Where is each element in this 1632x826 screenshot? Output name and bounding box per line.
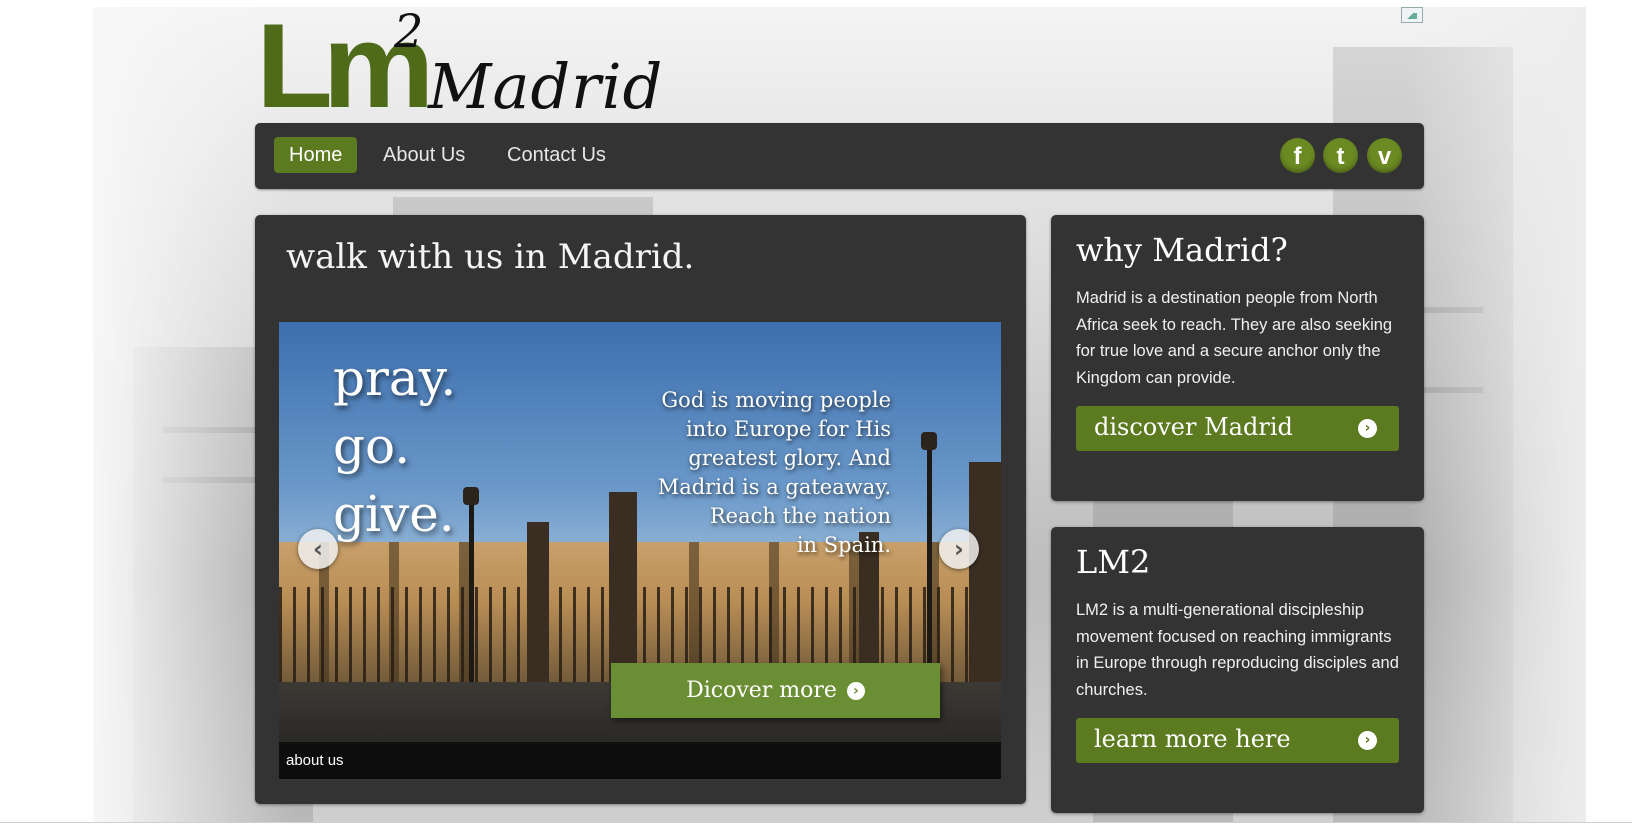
why-madrid-title: why Madrid?	[1076, 231, 1288, 269]
nav-home[interactable]: Home	[274, 137, 358, 173]
discover-madrid-button[interactable]: discover Madrid ›	[1076, 406, 1399, 451]
main-title: walk with us in Madrid.	[286, 237, 695, 277]
why-madrid-panel: why Madrid? Madrid is a destination peop…	[1051, 215, 1424, 501]
vimeo-icon[interactable]: v	[1367, 138, 1402, 173]
slide-caption-bar: about us	[279, 742, 1001, 779]
logo-city: Madrid	[428, 50, 664, 123]
slider-next-arrow-icon[interactable]: ›	[939, 529, 979, 569]
chevron-right-circle-icon: ›	[1358, 419, 1377, 438]
discover-madrid-label: discover Madrid	[1094, 413, 1293, 441]
logo-superscript: 2	[394, 4, 424, 58]
broken-image-icon	[1401, 7, 1423, 23]
main-navigation: Home About Us Contact Us f t v	[255, 123, 1424, 189]
slide-message: God is moving people into Europe for His…	[657, 388, 891, 557]
nav-about-us[interactable]: About Us	[383, 137, 465, 173]
image-slider[interactable]: pray. go. give. God is moving people int…	[279, 322, 1001, 779]
lm2-title: LM2	[1076, 543, 1151, 581]
slide-headline: pray. go. give.	[333, 349, 457, 543]
discover-more-button[interactable]: Dicover more ›	[611, 663, 940, 718]
lm2-panel: LM2 LM2 is a multi-generational disciple…	[1051, 527, 1424, 813]
twitter-icon[interactable]: t	[1323, 138, 1358, 173]
learn-more-label: learn more here	[1094, 725, 1291, 753]
facebook-icon[interactable]: f	[1280, 138, 1315, 173]
chevron-right-circle-icon: ›	[1358, 731, 1377, 750]
lm2-text: LM2 is a multi-generational discipleship…	[1076, 601, 1399, 699]
learn-more-button[interactable]: learn more here ›	[1076, 718, 1399, 763]
chevron-right-circle-icon: ›	[846, 682, 865, 700]
slider-prev-arrow-icon[interactable]: ‹	[298, 529, 338, 569]
why-madrid-text: Madrid is a destination people from Nort…	[1076, 289, 1393, 387]
bottom-divider	[0, 822, 1632, 823]
slide-caption[interactable]: about us	[286, 752, 344, 769]
main-content-panel: walk with us in Madrid. pray. go. give.	[255, 215, 1026, 804]
site-logo[interactable]: Lm 2 Madrid	[256, 4, 666, 126]
nav-contact-us[interactable]: Contact Us	[507, 137, 606, 173]
